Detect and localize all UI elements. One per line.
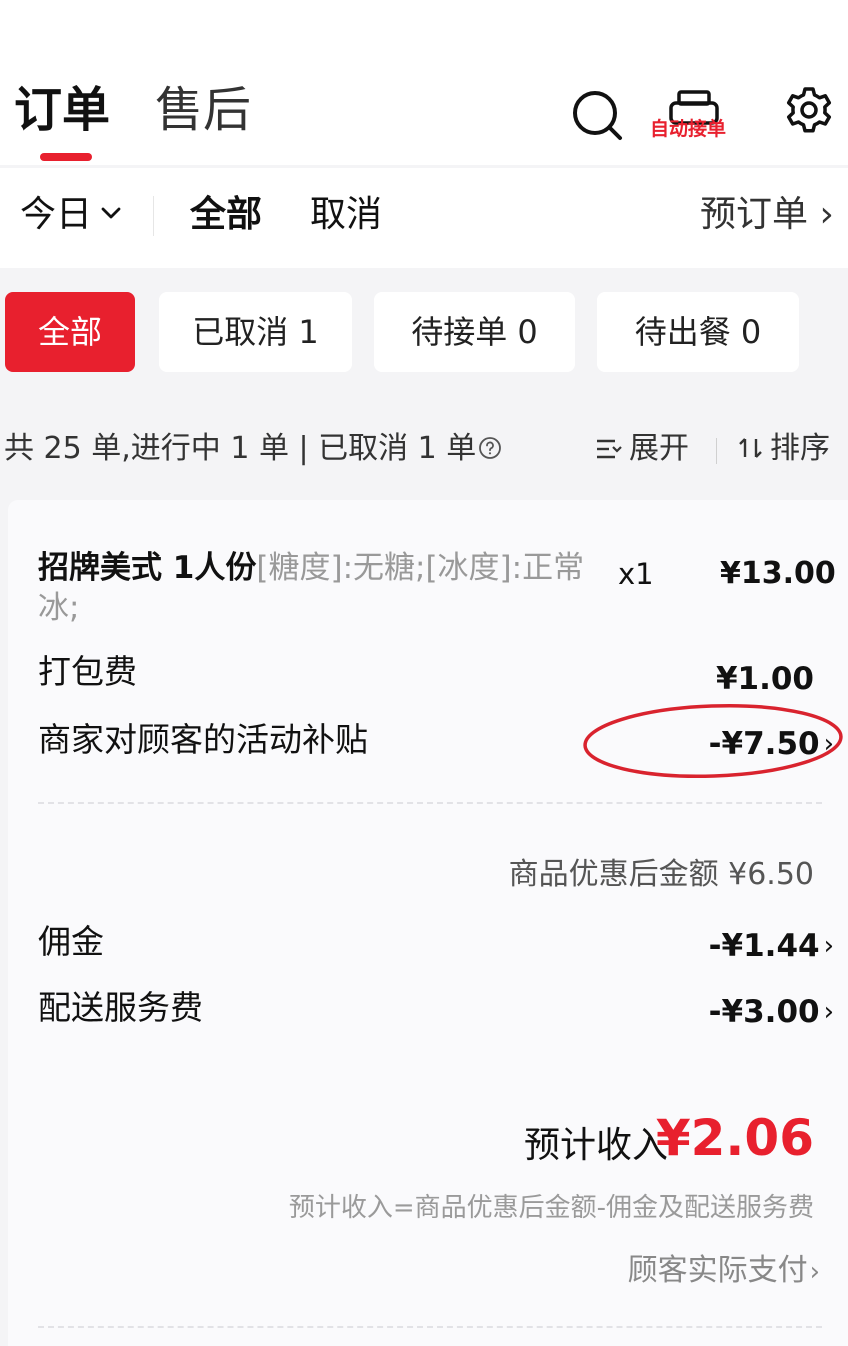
item-name: 招牌美式 1人份 — [38, 550, 257, 586]
delivery-fee-label: 配送服务费 — [38, 988, 203, 1027]
commission-amount: -¥1.44 — [708, 928, 820, 964]
actual-payment-label: 顾客实际支付 — [627, 1253, 808, 1288]
date-filter-dropdown[interactable]: 今日 — [20, 193, 122, 237]
delivery-fee-amount: -¥3.00 — [708, 994, 820, 1030]
sort-button[interactable]: 排序 — [738, 428, 830, 470]
filter-cancelled[interactable]: 取消 — [310, 193, 382, 237]
dashed-divider — [38, 802, 822, 804]
chevron-right-icon: › — [823, 931, 834, 961]
chevron-down-icon — [101, 207, 121, 219]
filter-divider — [153, 196, 154, 236]
top-header: 订单 售后 自动接单 — [0, 0, 848, 165]
order-summary: 共 25 单,进行中 1 单 | 已取消 1 单 — [4, 428, 502, 470]
sort-label: 排序 — [770, 431, 830, 466]
estimated-income-label: 预计收入 — [523, 1125, 668, 1166]
expand-button[interactable]: 展开 — [595, 428, 689, 470]
tab-after-sales[interactable]: 售后 — [155, 80, 251, 140]
actual-payment-link[interactable]: 顾客实际支付› — [628, 1250, 820, 1293]
order-card: 招牌美式 1人份[糖度]:无糖;[冰度]:正常冰; x1 ¥13.00 打包费 … — [8, 500, 848, 1346]
estimated-income-value: ¥2.06 — [655, 1109, 814, 1167]
sort-icon — [739, 438, 762, 458]
date-filter-label: 今日 — [20, 194, 93, 235]
chip-cancelled[interactable]: 已取消 1 — [159, 292, 352, 372]
item-line: 招牌美式 1人份[糖度]:无糖;[冰度]:正常冰; — [38, 548, 598, 628]
filter-all[interactable]: 全部 — [190, 193, 262, 237]
packing-fee-value: ¥1.00 — [715, 661, 814, 697]
packing-fee-label: 打包费 — [38, 652, 137, 691]
chevron-right-icon: › — [819, 194, 834, 235]
income-formula: 预计收入=商品优惠后金额-佣金及配送服务费 — [288, 1193, 814, 1223]
expand-label: 展开 — [629, 431, 689, 466]
tab-orders[interactable]: 订单 — [14, 80, 110, 140]
highlight-ellipse — [583, 703, 843, 779]
auto-accept-label[interactable]: 自动接单 — [650, 118, 726, 140]
help-icon[interactable] — [478, 436, 502, 460]
chevron-right-icon: › — [823, 997, 834, 1027]
commission-value[interactable]: -¥1.44 › — [709, 924, 834, 968]
preorder-label: 预订单 — [700, 194, 809, 235]
gear-icon[interactable] — [783, 86, 835, 138]
expand-icon — [597, 439, 622, 459]
subsidy-label: 商家对顾客的活动补贴 — [38, 720, 368, 759]
order-summary-text: 共 25 单,进行中 1 单 | 已取消 1 单 — [4, 431, 477, 466]
search-icon[interactable] — [570, 88, 624, 142]
chip-pending-serve[interactable]: 待出餐 0 — [597, 292, 799, 372]
preorder-link[interactable]: 预订单 › — [700, 193, 834, 237]
item-price: ¥13.00 — [720, 556, 836, 591]
item-quantity: x1 — [618, 557, 654, 591]
chip-pending-accept[interactable]: 待接单 0 — [374, 292, 575, 372]
chip-all[interactable]: 全部 — [5, 292, 135, 372]
delivery-fee-value[interactable]: -¥3.00 › — [709, 990, 834, 1034]
commission-label: 佣金 — [38, 922, 104, 961]
filter-bar: 今日 全部 取消 预订单 › — [0, 168, 848, 268]
discounted-total: 商品优惠后金额 ¥6.50 — [508, 857, 814, 892]
active-tab-indicator — [40, 153, 92, 161]
summary-divider — [716, 438, 717, 464]
chevron-right-icon: › — [809, 1257, 820, 1287]
dashed-divider — [38, 1326, 822, 1328]
